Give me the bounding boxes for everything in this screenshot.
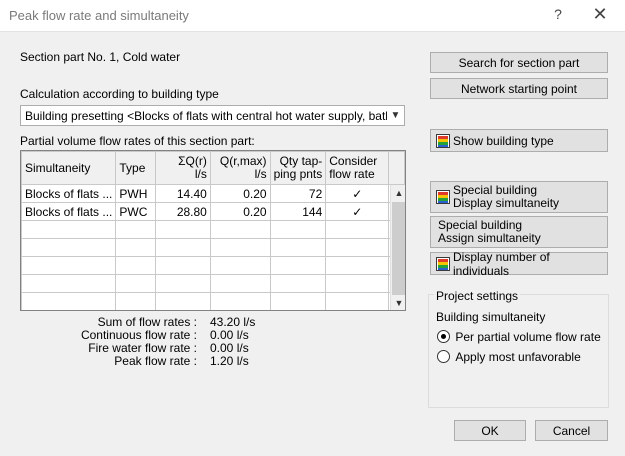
peak-flow-value: 1.20 l/s	[210, 354, 249, 368]
col-q-max-header[interactable]: Q(r,max) l/s	[209, 151, 271, 185]
continuous-flow-label: Continuous flow rate :	[80, 328, 197, 342]
cancel-button[interactable]: Cancel	[535, 420, 608, 441]
partial-flow-label: Partial volume flow rates of this sectio…	[20, 134, 255, 148]
calculation-label: Calculation according to building type	[20, 87, 219, 101]
col-simultaneity-header[interactable]: Simultaneity	[21, 151, 117, 185]
assign-simultaneity-button[interactable]: Special building Assign simultaneity	[430, 216, 608, 248]
sum-flow-label: Sum of flow rates :	[97, 315, 197, 329]
cell-qty[interactable]: 72	[269, 184, 327, 203]
title-bar: Peak flow rate and simultaneity ? ✕	[0, 0, 625, 32]
fire-flow-label: Fire water flow rate :	[88, 341, 197, 355]
project-settings-legend: Project settings	[434, 289, 521, 303]
show-building-type-button[interactable]: Show building type	[430, 129, 608, 152]
empty-row	[21, 238, 405, 257]
building-simultaneity-label: Building simultaneity	[436, 310, 546, 324]
cell-qty[interactable]: 144	[269, 202, 327, 221]
most-unfavorable-label: Apply most unfavorable	[455, 349, 581, 364]
table-row[interactable]: Blocks of flats ... PWC 28.80 0.20 144 ✓	[21, 202, 405, 221]
search-section-part-button[interactable]: Search for section part	[430, 52, 608, 73]
radio-selected-icon[interactable]	[437, 330, 450, 344]
cell-simultaneity[interactable]: Blocks of flats ...	[21, 184, 117, 203]
empty-row	[21, 292, 405, 310]
consider-checkbox[interactable]: ✓	[325, 184, 390, 203]
empty-row	[21, 256, 405, 275]
ok-button[interactable]: OK	[454, 420, 526, 441]
building-type-select[interactable]: Building presetting <Blocks of flats wit…	[20, 105, 405, 126]
empty-row	[21, 274, 405, 293]
col-qty-header[interactable]: Qty tap-ping pnts	[269, 151, 327, 185]
cell-simultaneity[interactable]: Blocks of flats ...	[21, 202, 117, 221]
display-individuals-label: Display number of individuals	[453, 249, 550, 278]
scroll-thumb[interactable]	[392, 202, 405, 295]
building-type-icon	[436, 256, 450, 271]
continuous-flow-value: 0.00 l/s	[210, 328, 249, 342]
cell-q-max[interactable]: 0.20	[209, 184, 271, 203]
per-partial-flow-label: Per partial volume flow rate	[455, 329, 601, 344]
help-icon[interactable]: ?	[550, 6, 566, 22]
assign-simultaneity-line2: Assign simultaneity	[438, 231, 541, 245]
cell-q-max[interactable]: 0.20	[209, 202, 271, 221]
scroll-down-icon[interactable]: ▼	[391, 295, 405, 310]
cell-type[interactable]: PWH	[115, 184, 156, 203]
per-partial-flow-radio[interactable]: Per partial volume flow rate	[437, 329, 601, 344]
cell-type[interactable]: PWC	[115, 202, 156, 221]
section-part-label: Section part No. 1, Cold water	[20, 50, 181, 64]
peak-flow-label: Peak flow rate :	[114, 354, 197, 368]
display-individuals-button[interactable]: Display number of individuals	[430, 249, 608, 278]
radio-unselected-icon[interactable]	[437, 350, 450, 364]
consider-checkbox[interactable]: ✓	[325, 202, 390, 221]
sum-flow-value: 43.20 l/s	[210, 315, 256, 329]
table-header-row: Simultaneity Type ΣQ(r) l/s Q(r,max) l/s Q…	[21, 151, 405, 185]
window-title: Peak flow rate and simultaneity	[9, 8, 189, 23]
header-filler	[388, 151, 405, 185]
chevron-down-icon[interactable]: ▼	[387, 106, 404, 125]
display-simultaneity-button[interactable]: Special building Display simultaneity	[430, 181, 608, 213]
building-type-icon	[436, 133, 450, 148]
most-unfavorable-radio[interactable]: Apply most unfavorable	[437, 349, 581, 364]
building-type-select-value: Building presetting <Blocks of flats wit…	[25, 109, 405, 123]
col-type-header[interactable]: Type	[115, 151, 156, 185]
empty-row	[21, 220, 405, 239]
network-starting-point-button[interactable]: Network starting point	[430, 78, 608, 99]
col-sum-q-header[interactable]: ΣQ(r) l/s	[154, 151, 211, 185]
scroll-up-icon[interactable]: ▲	[391, 185, 405, 201]
cell-sum-q[interactable]: 14.40	[154, 184, 211, 203]
show-building-type-label: Show building type	[453, 133, 554, 148]
table-row[interactable]: Blocks of flats ... PWH 14.40 0.20 72 ✓	[21, 184, 405, 203]
building-type-icon	[436, 190, 450, 204]
table-scrollbar[interactable]: ▲ ▼	[390, 185, 405, 310]
display-simultaneity-line2: Display simultaneity	[453, 196, 560, 210]
fire-flow-value: 0.00 l/s	[210, 341, 249, 355]
partial-flow-table: Simultaneity Type ΣQ(r) l/s Q(r,max) l/s Q…	[20, 150, 406, 311]
close-icon[interactable]: ✕	[590, 4, 610, 25]
cell-sum-q[interactable]: 28.80	[154, 202, 211, 221]
col-consider-header[interactable]: Consider flow rate	[325, 151, 390, 185]
